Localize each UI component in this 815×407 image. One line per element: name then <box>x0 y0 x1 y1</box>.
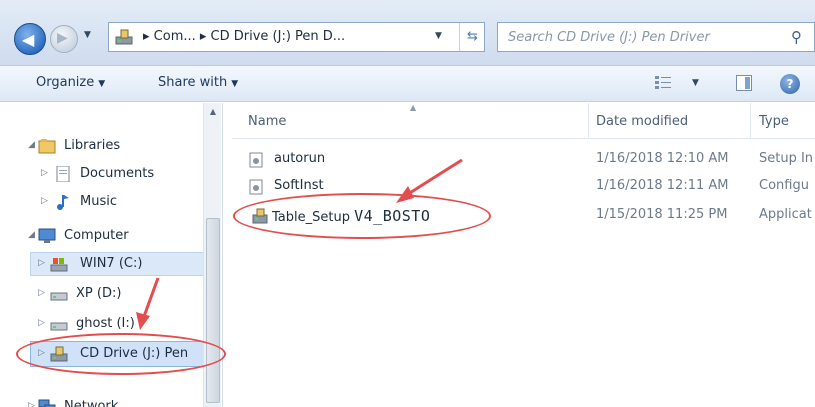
tree-label: Network <box>64 399 119 407</box>
file-name: SoftInst <box>274 178 324 193</box>
file-date: 1/15/2018 11:25 PM <box>596 207 728 222</box>
tree-label: Documents <box>80 166 155 181</box>
file-type: Configu <box>759 178 809 193</box>
expand-arrow-icon[interactable]: ▷ <box>38 288 45 298</box>
help-icon[interactable]: ? <box>780 74 800 94</box>
file-type: Setup In <box>759 151 814 166</box>
organize-button[interactable]: Organize ▼ <box>36 75 105 90</box>
expand-arrow-icon[interactable]: ▷ <box>41 168 48 178</box>
annotation-circle-drive <box>16 333 226 375</box>
file-date: 1/16/2018 12:10 AM <box>596 151 729 166</box>
command-bar: Organize ▼ Share with ▼ ▼ ? <box>0 66 815 102</box>
share-with-button[interactable]: Share with ▼ <box>158 75 238 90</box>
tree-label: WIN7 (C:) <box>80 256 143 271</box>
breadcrumb-path[interactable]: ▸ Com... ▸ CD Drive (J:) Pen D... <box>143 29 345 44</box>
back-button[interactable]: ◀ <box>14 23 46 55</box>
scroll-up-icon[interactable]: ▲ <box>204 107 222 116</box>
cd-drive-icon <box>115 29 133 45</box>
preview-pane-icon[interactable] <box>736 75 752 91</box>
computer-icon <box>38 228 56 243</box>
column-header: ▲ Name Date modified Type <box>232 103 815 139</box>
breadcrumb[interactable]: ▸ Com... ▸ CD Drive (J:) Pen D... ▼ ⇆ <box>108 22 485 52</box>
settings-file-icon <box>249 179 263 195</box>
search-icon[interactable]: ⚲ <box>791 28 802 46</box>
tree-label: ghost (I:) <box>76 316 135 331</box>
file-row-autorun[interactable]: autorun 1/16/2018 12:10 AM Setup In <box>232 149 815 171</box>
organize-label: Organize <box>36 75 95 90</box>
expand-arrow-icon[interactable]: ◢ <box>28 230 35 240</box>
system-drive-icon <box>50 258 68 272</box>
views-dropdown[interactable]: ▼ <box>692 78 699 88</box>
tree-label: Computer <box>64 228 129 243</box>
chevron-down-icon: ▼ <box>98 79 106 89</box>
recent-pages-dropdown[interactable]: ▼ <box>84 30 91 40</box>
back-arrow-icon: ◀ <box>22 30 35 49</box>
column-name[interactable]: Name <box>248 114 286 129</box>
music-icon <box>57 195 69 210</box>
expand-arrow-icon[interactable]: ◢ <box>28 140 35 150</box>
libraries-icon <box>38 139 56 154</box>
sort-ascending-icon: ▲ <box>410 103 417 112</box>
expand-arrow-icon[interactable]: ▷ <box>41 196 48 206</box>
chevron-down-icon: ▼ <box>231 79 239 89</box>
documents-icon <box>56 166 70 182</box>
tree-label: Libraries <box>64 138 121 153</box>
expand-arrow-icon[interactable]: ▷ <box>28 401 35 407</box>
file-name: autorun <box>274 151 326 166</box>
refresh-icon: ⇆ <box>467 29 478 44</box>
column-type[interactable]: Type <box>759 114 789 129</box>
chevron-down-icon[interactable]: ▼ <box>435 31 442 41</box>
network-icon <box>38 399 56 407</box>
file-type: Applicat <box>759 207 812 222</box>
settings-file-icon <box>249 152 263 168</box>
forward-button[interactable]: ▶ <box>50 25 78 53</box>
tree-label: Music <box>80 194 117 209</box>
views-icon[interactable] <box>655 75 671 89</box>
share-with-label: Share with <box>158 75 228 90</box>
annotation-circle-file <box>233 193 491 239</box>
drive-icon <box>50 322 68 331</box>
tree-label: XP (D:) <box>76 286 122 301</box>
address-bar: ◀ ▶ ▼ ▸ Com... ▸ CD Drive (J:) Pen D... … <box>0 0 815 66</box>
drive-icon <box>50 292 68 301</box>
forward-arrow-icon: ▶ <box>57 30 68 46</box>
expand-arrow-icon[interactable]: ▷ <box>38 258 45 268</box>
search-input[interactable]: Search CD Drive (J:) Pen Driver ⚲ <box>497 22 815 52</box>
expand-arrow-icon[interactable]: ▷ <box>38 318 45 328</box>
search-placeholder: Search CD Drive (J:) Pen Driver <box>508 30 710 45</box>
file-date: 1/16/2018 12:11 AM <box>596 178 729 193</box>
scroll-thumb[interactable] <box>206 218 220 403</box>
refresh-button[interactable]: ⇆ <box>459 23 485 51</box>
column-date-modified[interactable]: Date modified <box>596 114 688 129</box>
